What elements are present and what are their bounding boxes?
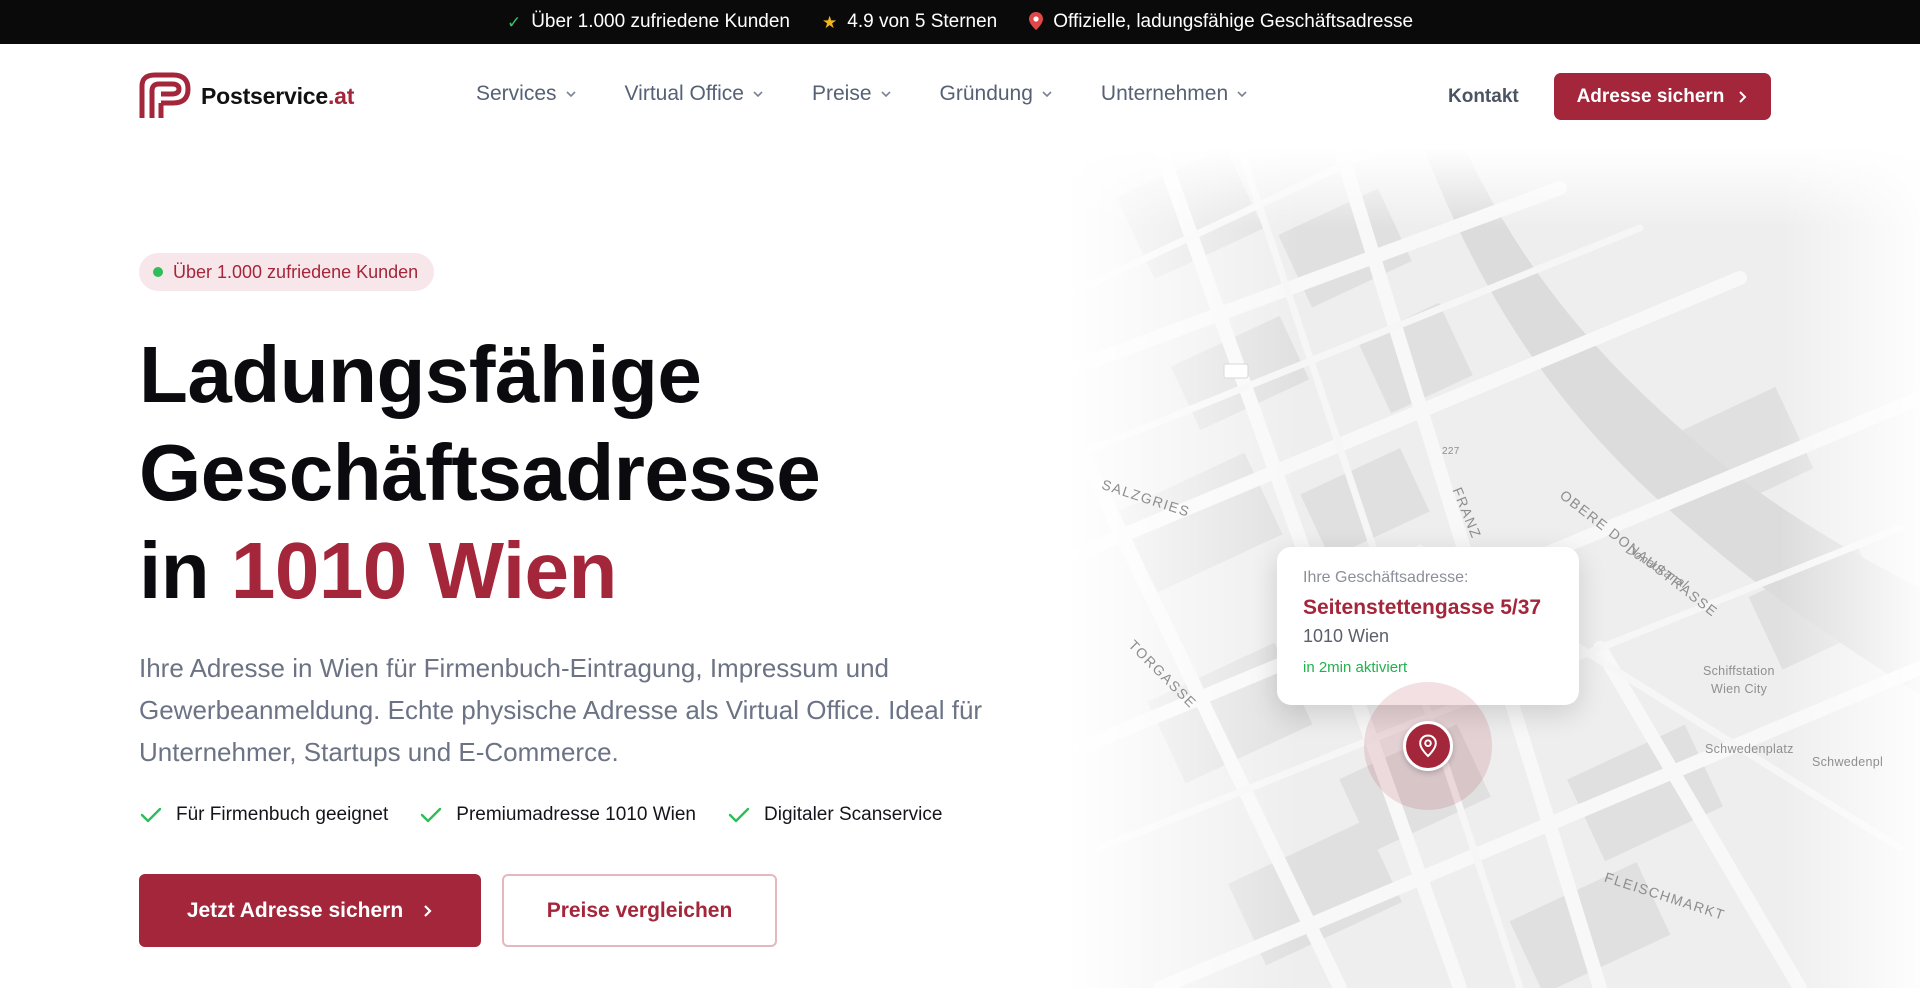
- logo-mark-icon: [139, 72, 191, 118]
- site-header: Postservice.at Services Virtual Office P…: [0, 44, 1920, 148]
- nav-label: Gründung: [939, 82, 1033, 105]
- map-poi-label: Schwedenplatz: [1705, 742, 1794, 756]
- nav-gruendung[interactable]: Gründung: [940, 82, 1053, 106]
- map-poi-label: Schiffstation: [1703, 664, 1775, 678]
- nav-label: Virtual Office: [624, 82, 744, 105]
- nav-unternehmen[interactable]: Unternehmen: [1101, 82, 1248, 106]
- check-icon: [140, 807, 162, 823]
- address-caption: Ihre Geschäftsadresse:: [1303, 569, 1469, 586]
- chevron-right-icon: [1739, 90, 1747, 103]
- hero-title-line2: Geschäftsadresse: [139, 428, 821, 517]
- feature-item: Premiumadresse 1010 Wien: [420, 804, 696, 826]
- map-poi-label: Schwedenpl: [1812, 755, 1884, 769]
- kontakt-link[interactable]: Kontakt: [1448, 86, 1519, 108]
- nav-preise[interactable]: Preise: [812, 82, 892, 106]
- announcement-text: Über 1.000 zufriedene Kunden: [531, 11, 790, 32]
- feature-list: Für Firmenbuch geeignet Premiumadresse 1…: [140, 804, 942, 826]
- hero-title: Ladungsfähige Geschäftsadresse in 1010 W…: [139, 326, 821, 620]
- star-icon: ★: [822, 12, 838, 32]
- chevron-down-icon: [565, 91, 576, 98]
- logo[interactable]: Postservice.at: [139, 72, 354, 120]
- feature-label: Premiumadresse 1010 Wien: [456, 804, 696, 825]
- logo-text: Postservice.at: [201, 83, 354, 110]
- badge-text: Über 1.000 zufriedene Kunden: [173, 261, 419, 282]
- check-icon: [728, 807, 750, 823]
- location-pin-icon: [1419, 734, 1437, 758]
- chevron-down-icon: [753, 91, 763, 98]
- announcement-text: 4.9 von 5 Sternen: [847, 11, 998, 32]
- logo-tld: .at: [327, 82, 355, 109]
- hero-title-line3-prefix: in: [139, 526, 231, 615]
- hero-description: Ihre Adresse in Wien für Firmenbuch-Eint…: [139, 653, 983, 767]
- map-route-label: 227: [1442, 446, 1460, 457]
- chevron-down-icon: [880, 91, 891, 98]
- check-icon: ✓: [506, 12, 522, 32]
- feature-label: Digitaler Scanservice: [764, 804, 943, 825]
- check-icon: [421, 807, 442, 823]
- pin-icon: [1029, 11, 1044, 33]
- announcement-rating: ★ 4.9 von 5 Sternen: [822, 11, 997, 33]
- feature-item: Digitaler Scanservice: [728, 804, 942, 826]
- nav-label: Preise: [811, 82, 872, 105]
- nav-label: Unternehmen: [1100, 82, 1229, 105]
- announcement-bar: ✓ Über 1.000 zufriedene Kunden ★ 4.9 von…: [0, 0, 1920, 44]
- header-cta-label: Adresse sichern: [1576, 85, 1725, 107]
- address-street: Seitenstettengasse 5/37: [1303, 596, 1542, 619]
- status-dot-icon: [153, 267, 163, 277]
- address-city: 1010 Wien: [1303, 626, 1390, 646]
- announcement-address: Offizielle, ladungsfähige Geschäftsadres…: [1029, 11, 1413, 33]
- announcement-text: Offizielle, ladungsfähige Geschäftsadres…: [1053, 11, 1414, 32]
- customer-badge: Über 1.000 zufriedene Kunden: [139, 253, 435, 291]
- logo-name: Postservice: [201, 82, 328, 109]
- hero-title-highlight: 1010 Wien: [230, 526, 618, 615]
- activation-status: in 2min aktiviert: [1303, 659, 1408, 676]
- primary-button-label: Jetzt Adresse sichern: [186, 898, 404, 922]
- nav-virtual-office[interactable]: Virtual Office: [625, 82, 764, 106]
- chevron-right-icon: [424, 904, 432, 917]
- hero-title-line1: Ladungsfähige: [139, 330, 702, 419]
- nav-services[interactable]: Services: [476, 82, 577, 106]
- feature-label: Für Firmenbuch geeignet: [176, 804, 389, 825]
- map-poi-label: Wien City: [1711, 682, 1768, 696]
- feature-item: Für Firmenbuch geeignet: [140, 804, 388, 826]
- main-nav: Services Virtual Office Preise Gründung …: [476, 82, 1248, 106]
- announcement-customers: ✓ Über 1.000 zufriedene Kunden: [507, 11, 790, 33]
- chevron-down-icon: [1042, 91, 1052, 98]
- header-cta-button[interactable]: Adresse sichern: [1554, 73, 1771, 120]
- nav-label: Services: [476, 82, 557, 105]
- compare-prices-button[interactable]: Preise vergleichen: [502, 874, 777, 947]
- secure-address-button[interactable]: Jetzt Adresse sichern: [139, 874, 481, 947]
- chevron-down-icon: [1237, 91, 1247, 98]
- map-pin[interactable]: [1403, 721, 1453, 771]
